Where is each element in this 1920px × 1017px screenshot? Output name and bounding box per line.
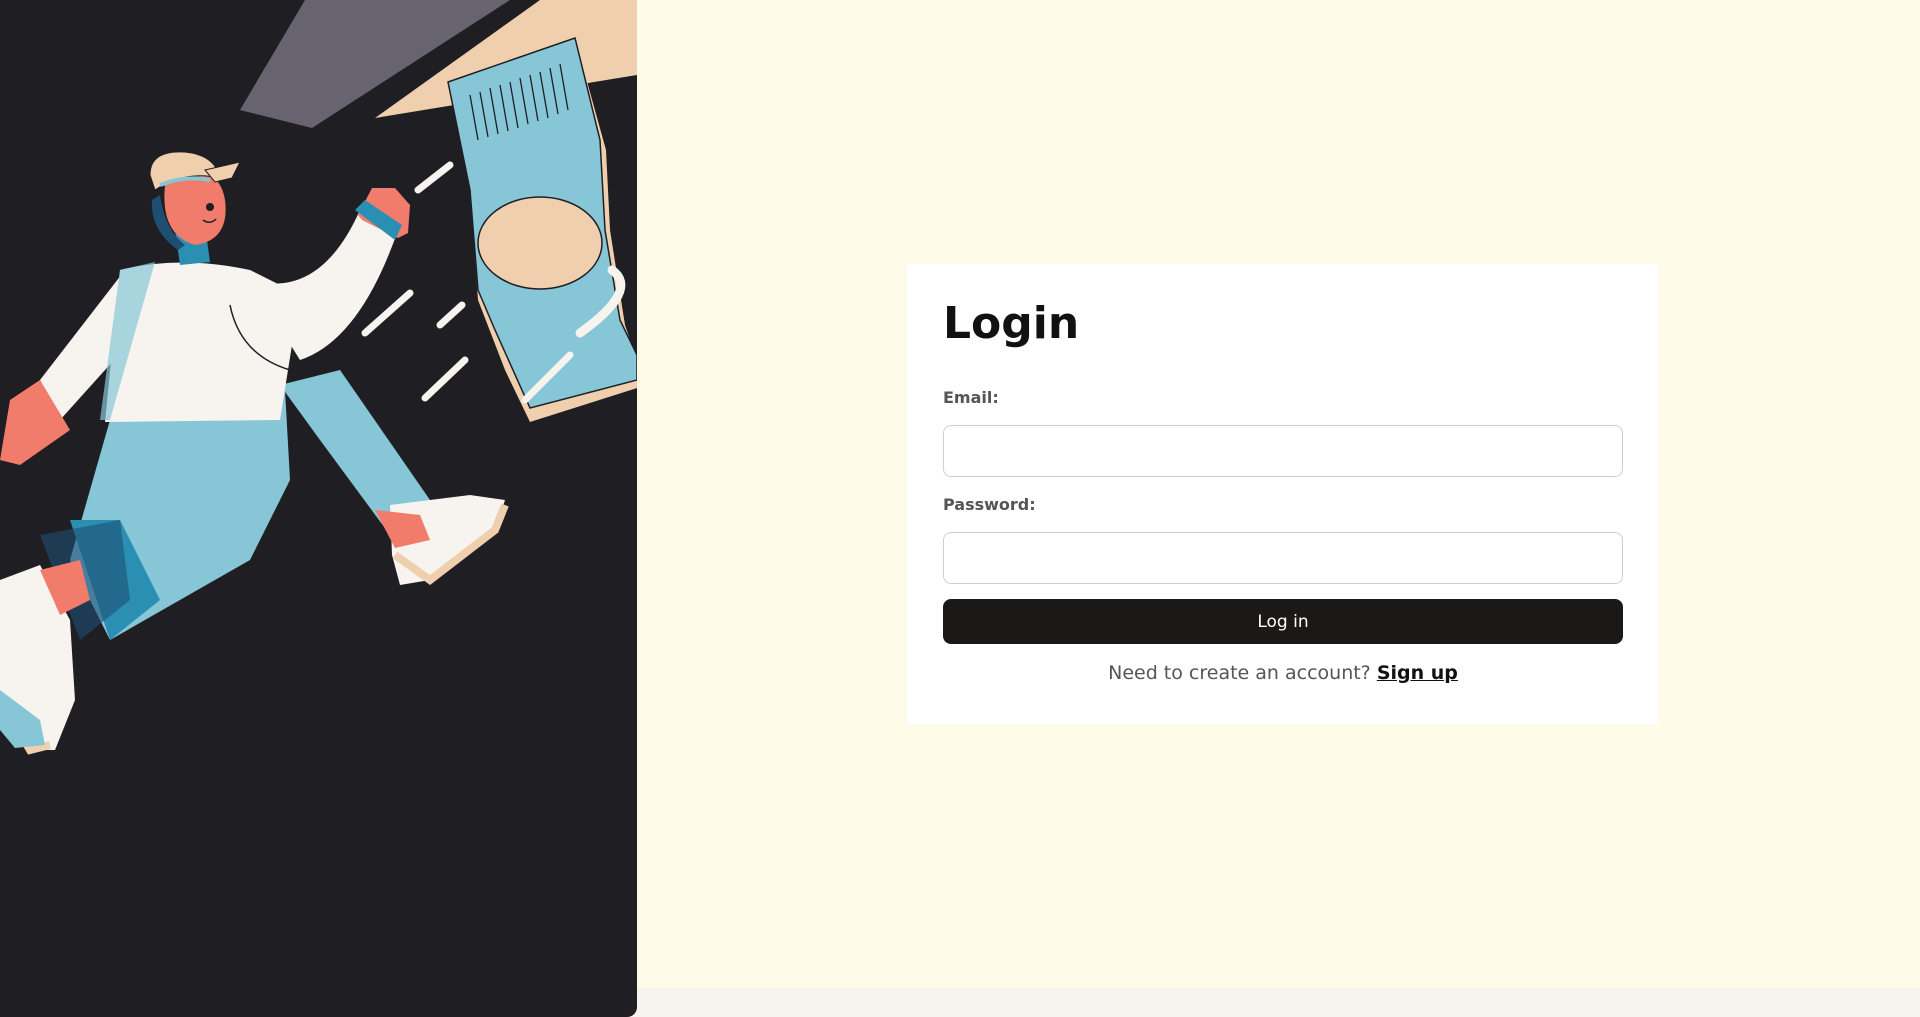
- signup-prompt-row: Need to create an account? Sign up: [943, 662, 1623, 684]
- login-button[interactable]: Log in: [943, 599, 1623, 644]
- login-card: Login Email: Password: Log in Need to cr…: [907, 264, 1658, 724]
- signup-prompt-text: Need to create an account?: [1108, 662, 1377, 684]
- login-page: Login Email: Password: Log in Need to cr…: [0, 0, 1920, 1017]
- password-input[interactable]: [943, 532, 1623, 584]
- running-person-illustration: [0, 0, 637, 755]
- signup-link[interactable]: Sign up: [1377, 662, 1458, 684]
- footer-strip: [637, 988, 1920, 1017]
- login-title: Login: [943, 298, 1080, 349]
- illustration-panel: [0, 0, 637, 1017]
- email-input[interactable]: [943, 425, 1623, 477]
- email-label: Email:: [943, 388, 999, 407]
- password-label: Password:: [943, 495, 1036, 514]
